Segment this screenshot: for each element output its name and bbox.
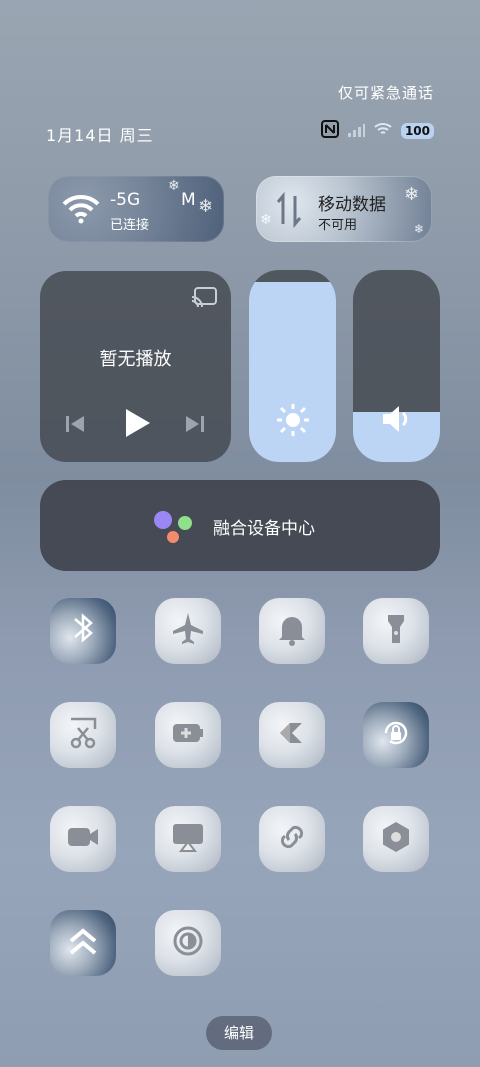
mobile-data-tile[interactable]: ❄ ❄ ❄ 移动数据 不可用 [256,176,432,242]
scissors-icon [65,715,101,755]
double-chevron-up-icon [65,923,101,963]
wifi-status-icon [373,121,393,141]
toggle-tile-screen-cast[interactable] [155,806,221,872]
fusion-label: 融合设备中心 [213,519,315,539]
toggle-tile-scissors[interactable] [50,702,116,768]
toggle-tile-double-chevron-up[interactable] [50,910,116,976]
edit-button[interactable]: 编辑 [206,1016,272,1050]
bluetooth-icon [65,611,101,651]
battery-saver-icon [170,715,206,755]
play-icon[interactable] [122,407,152,443]
speaker-icon [381,404,413,438]
cast-icon[interactable] [191,287,217,313]
flashlight-icon [378,611,414,651]
previous-track-icon[interactable] [64,413,86,439]
toggle-tile-share-arrow[interactable] [259,702,325,768]
brightness-slider[interactable] [249,270,336,462]
toggle-tile-flashlight[interactable] [363,598,429,664]
share-arrow-icon [274,715,310,755]
data-transfer-icon [276,191,302,232]
volume-slider[interactable] [353,270,440,462]
toggle-tile-bell[interactable] [259,598,325,664]
toggle-tile-link[interactable] [259,806,325,872]
wifi-subtitle: 已连接 [110,218,150,233]
contrast-icon [170,923,206,963]
sun-icon [275,402,311,442]
wifi-title-extra: M [181,190,196,210]
rotation-lock-icon [378,715,414,755]
battery-badge: 100 [400,123,434,139]
toggle-tile-video-camera[interactable] [50,806,116,872]
emergency-call-status: 仅可紧急通话 [337,84,434,102]
media-status: 暂无播放 [99,349,172,370]
bell-icon [274,611,310,651]
video-camera-icon [65,819,101,859]
device-center-icon [153,510,195,550]
status-icons: 100 [320,120,434,142]
next-track-icon[interactable] [184,413,206,439]
signal-icon [347,122,365,141]
link-icon [274,819,310,859]
toggle-tile-rotation-lock[interactable] [363,702,429,768]
toggle-tile-airplane[interactable] [155,598,221,664]
media-player: 暂无播放 [40,271,231,462]
toggle-tile-bluetooth[interactable] [50,598,116,664]
toggle-tile-battery-saver[interactable] [155,702,221,768]
toggle-tile-nfc-hex[interactable] [363,806,429,872]
wifi-tile[interactable]: ❄ ❄ -5G M 已连接 [48,176,224,242]
fusion-device-center[interactable]: 融合设备中心 [40,480,440,571]
mobile-data-title: 移动数据 [318,195,386,215]
date-label: 1月14日 周三 [46,126,154,145]
wifi-icon [62,194,100,228]
screen-cast-icon [170,819,206,859]
mobile-data-subtitle: 不可用 [318,218,358,233]
airplane-icon [170,611,206,651]
nfc-icon [320,120,339,142]
wifi-title: -5G [110,190,141,210]
nfc-hex-icon [378,819,414,859]
toggle-tile-contrast[interactable] [155,910,221,976]
